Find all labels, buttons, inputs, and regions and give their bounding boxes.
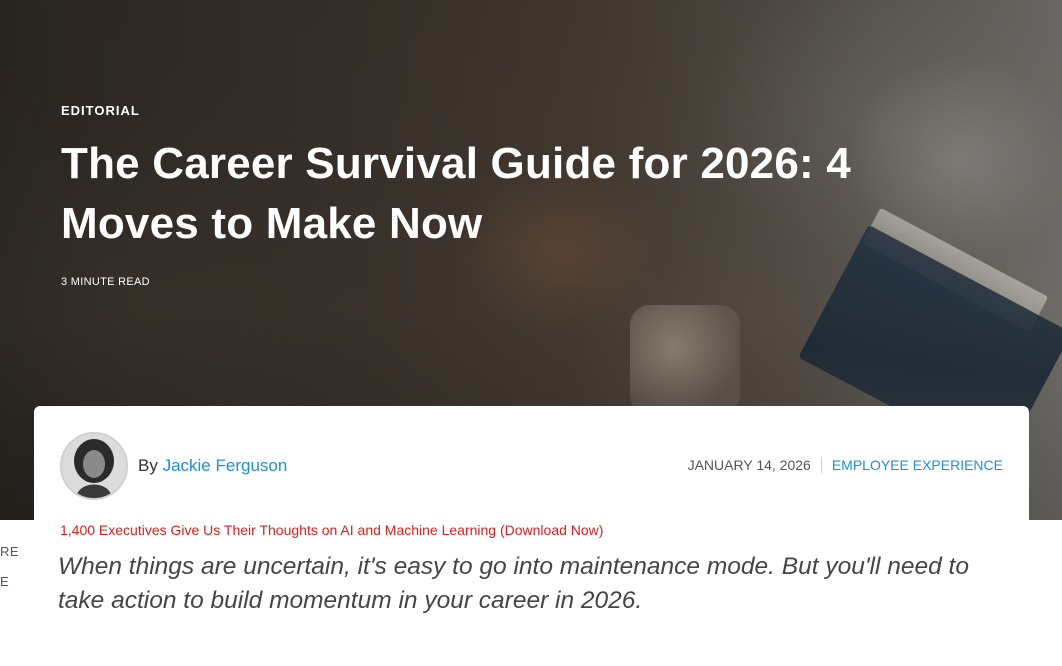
author-avatar[interactable]: [60, 432, 128, 500]
side-share-label-fragment-2[interactable]: E: [0, 574, 9, 589]
byline-prefix: By: [138, 456, 158, 475]
byline: By Jackie Ferguson: [138, 456, 287, 476]
read-time: 3 MINUTE READ: [61, 276, 150, 288]
promo-text[interactable]: 1,400 Executives Give Us Their Thoughts …: [60, 522, 496, 538]
download-now-link[interactable]: (Download Now): [500, 522, 603, 538]
author-link[interactable]: Jackie Ferguson: [163, 456, 288, 475]
publish-date: JANUARY 14, 2026: [687, 457, 811, 473]
article-meta: JANUARY 14, 2026 EMPLOYEE EXPERIENCE: [688, 457, 1003, 473]
hero-text: EDITORIAL The Career Survival Guide for …: [61, 104, 961, 289]
promo-banner[interactable]: 1,400 Executives Give Us Their Thoughts …: [60, 522, 603, 538]
author-avatar-image: [62, 434, 126, 498]
side-share-label-fragment[interactable]: RE: [0, 544, 19, 559]
category-link[interactable]: EMPLOYEE EXPERIENCE: [832, 457, 1003, 473]
meta-divider: [820, 457, 822, 473]
article-category-eyebrow[interactable]: EDITORIAL: [61, 104, 961, 118]
article-lede: When things are uncertain, it's easy to …: [58, 553, 969, 614]
article-card: By Jackie Ferguson JANUARY 14, 2026 EMPL…: [34, 406, 1029, 666]
article-title: The Career Survival Guide for 2026: 4 Mo…: [61, 139, 851, 248]
